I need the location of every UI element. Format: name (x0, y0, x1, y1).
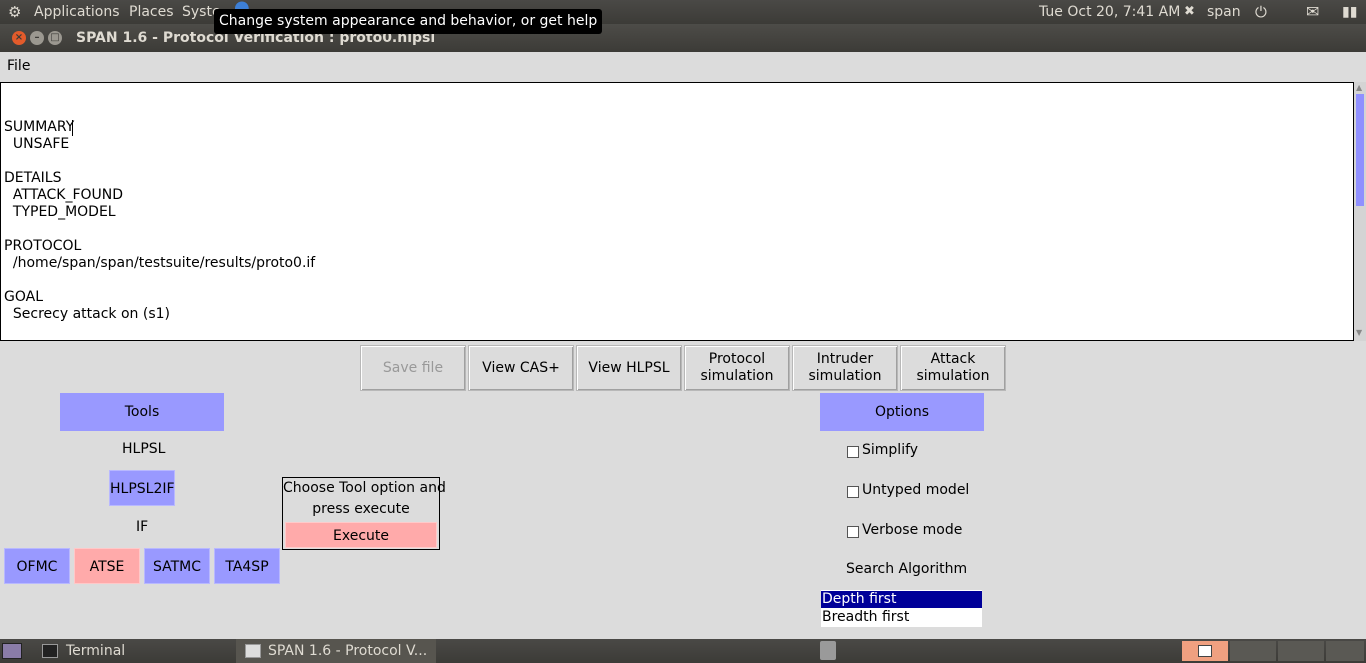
user-name[interactable]: span (1207, 0, 1241, 24)
clock[interactable]: Tue Oct 20, 7:41 AM (1039, 0, 1180, 24)
workspace-switcher[interactable] (1182, 641, 1228, 661)
tools-header: Tools (60, 393, 224, 431)
view-hlpsl-label: View HLPSL (588, 359, 670, 376)
menu-file[interactable]: File (7, 58, 30, 74)
options-header: Options (820, 393, 984, 431)
output-line: UNSAFE (4, 136, 70, 152)
mail-icon[interactable]: ✉ (1306, 0, 1319, 24)
top-panel: ⚙ Applications Places Syste ● Tue Oct 20… (0, 0, 1366, 24)
output-line: Secrecy attack on (s1) (4, 306, 170, 322)
output-line: TYPED_MODEL (4, 204, 116, 220)
taskbar-span[interactable]: SPAN 1.6 - Protocol V... (236, 639, 436, 663)
breadth-first-option[interactable]: Breadth first (821, 608, 982, 626)
output-line: PROTOCOL (4, 238, 82, 254)
untyped-model-label[interactable]: Untyped model (862, 482, 969, 498)
execute-instruction-1: Choose Tool option and (283, 480, 446, 496)
attack-simulation-label-2: simulation (916, 368, 990, 384)
places-menu[interactable]: Places (129, 0, 174, 24)
view-cas-label: View CAS+ (482, 359, 560, 376)
attack-simulation-label-1: Attack (930, 351, 976, 367)
scroll-up-icon[interactable]: ▲ (1356, 83, 1362, 92)
verbose-mode-checkbox[interactable] (847, 526, 859, 538)
search-algorithm-listbox[interactable]: Depth first Breadth first (821, 590, 982, 627)
terminal-icon (42, 644, 58, 658)
maximize-icon[interactable]: □ (48, 31, 62, 45)
menubar: File (0, 52, 1366, 82)
minimize-icon[interactable]: – (30, 31, 44, 45)
hlpsl-label: HLPSL (122, 441, 166, 457)
workspace-window-icon (1198, 645, 1212, 657)
user-icon: ✖ (1184, 4, 1195, 19)
verbose-mode-label[interactable]: Verbose mode (862, 522, 962, 538)
workspace-4[interactable] (1326, 641, 1364, 661)
save-file-label: Save file (382, 359, 444, 376)
trash-icon[interactable] (820, 641, 836, 660)
bottom-panel: Terminal SPAN 1.6 - Protocol V... (0, 639, 1366, 663)
save-file-button[interactable]: Save file (360, 345, 466, 391)
ta4sp-button[interactable]: TA4SP (214, 548, 280, 584)
if-label: IF (136, 519, 149, 535)
simplify-label[interactable]: Simplify (862, 442, 918, 458)
protocol-simulation-label-1: Protocol (708, 351, 766, 367)
execute-button[interactable]: Execute (285, 522, 437, 548)
close-icon[interactable]: × (12, 31, 26, 45)
intruder-simulation-button[interactable]: Intruder simulation (792, 345, 898, 391)
output-scrollbar[interactable]: ▲ ▼ (1354, 82, 1366, 341)
workspace-3[interactable] (1278, 641, 1324, 661)
simplify-checkbox[interactable] (847, 446, 859, 458)
execute-instruction-2: press execute (312, 501, 410, 517)
span-task-label: SPAN 1.6 - Protocol V... (268, 643, 428, 659)
ubuntu-logo-icon[interactable]: ⚙ (8, 0, 21, 24)
power-icon[interactable]: ⏻ (1255, 0, 1267, 24)
applications-menu[interactable]: Applications (34, 0, 120, 24)
system-tooltip: Change system appearance and behavior, o… (214, 9, 603, 34)
view-hlpsl-button[interactable]: View HLPSL (576, 345, 682, 391)
output-line: SUMMARY (4, 119, 75, 135)
scroll-down-icon[interactable]: ▼ (1356, 328, 1362, 337)
workspace-2[interactable] (1230, 641, 1276, 661)
show-desktop-icon[interactable] (2, 643, 22, 659)
output-line: DETAILS (4, 170, 62, 186)
ofmc-button[interactable]: OFMC (4, 548, 70, 584)
protocol-simulation-label-2: simulation (700, 368, 774, 384)
untyped-model-checkbox[interactable] (847, 486, 859, 498)
window-titlebar[interactable]: × – □ SPAN 1.6 - Protocol Verification :… (0, 24, 1366, 52)
output-line: GOAL (4, 289, 43, 305)
attack-simulation-button[interactable]: Attack simulation (900, 345, 1006, 391)
taskbar-terminal[interactable]: Terminal (36, 639, 232, 663)
depth-first-option[interactable]: Depth first (821, 591, 982, 608)
span-window-icon (245, 644, 261, 658)
search-algorithm-label: Search Algorithm (846, 561, 968, 577)
text-cursor (72, 120, 73, 136)
intruder-simulation-label-2: simulation (808, 368, 882, 384)
view-cas-button[interactable]: View CAS+ (468, 345, 574, 391)
scroll-thumb[interactable] (1356, 94, 1364, 206)
satmc-button[interactable]: SATMC (144, 548, 210, 584)
hlpsl2if-button[interactable]: HLPSL2IF (109, 470, 175, 506)
output-line: /home/span/span/testsuite/results/proto0… (4, 255, 316, 271)
terminal-label: Terminal (66, 643, 126, 659)
intruder-simulation-label-1: Intruder (816, 351, 874, 367)
output-line: ATTACK_FOUND (4, 187, 124, 203)
output-textarea[interactable]: SUMMARY UNSAFE DETAILS ATTACK_FOUND TYPED… (0, 82, 1354, 341)
execute-box: Choose Tool option and press execute Exe… (282, 477, 446, 550)
protocol-simulation-button[interactable]: Protocol simulation (684, 345, 790, 391)
atse-button[interactable]: ATSE (74, 548, 140, 584)
volume-icon[interactable]: ▮▮ (1342, 0, 1357, 24)
